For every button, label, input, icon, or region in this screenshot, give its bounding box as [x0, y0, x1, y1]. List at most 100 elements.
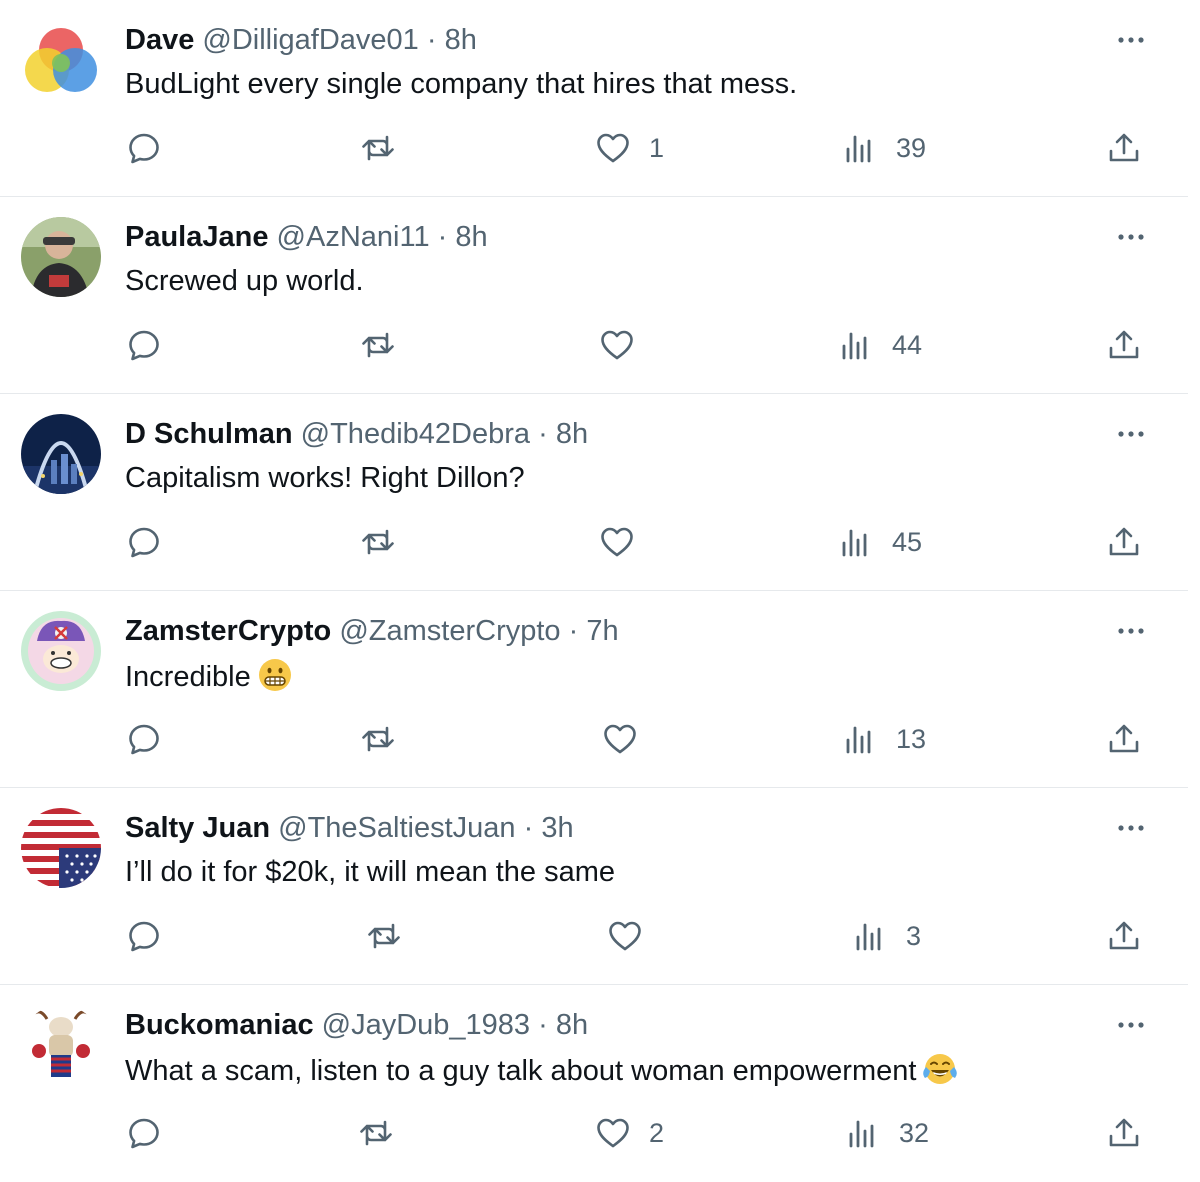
display-name[interactable]: PaulaJane [125, 221, 268, 253]
views-button[interactable]: 32 [845, 1111, 929, 1155]
tweet-actions: 1 39 [0, 126, 1188, 170]
view-count: 32 [899, 1117, 930, 1148]
reply-feed: Dave @DilligafDave01 · 8h BudLight every… [0, 0, 1188, 1178]
user-handle[interactable]: @ZamsterCrypto [339, 615, 560, 647]
avatar[interactable] [21, 20, 101, 100]
reply-icon [129, 724, 159, 755]
share-icon [1109, 921, 1139, 950]
views-icon [846, 726, 871, 754]
views-icon [842, 529, 867, 557]
views-button[interactable]: 44 [838, 323, 922, 367]
tweet-text: I’ll do it for $20k, it will mean the sa… [125, 854, 615, 890]
heart-icon [601, 330, 633, 360]
tweet-actions: 45 [0, 520, 1188, 564]
display-name[interactable]: Buckomaniac [125, 1009, 314, 1041]
avatar[interactable] [21, 1005, 101, 1085]
retweet-icon [362, 135, 394, 161]
timestamp[interactable]: 3h [541, 812, 573, 844]
reply-button[interactable] [126, 520, 162, 564]
face-with-tears-of-joy-icon [923, 1054, 958, 1084]
like-button[interactable] [607, 914, 643, 958]
like-button[interactable]: 1 [595, 126, 664, 170]
more-icon[interactable] [1115, 221, 1147, 253]
display-name[interactable]: Salty Juan [125, 812, 270, 844]
view-count: 3 [906, 920, 922, 951]
tweet[interactable]: D Schulman @Thedib42Debra · 8h Capitalis… [0, 394, 1188, 591]
retweet-button[interactable] [358, 1111, 394, 1155]
like-button[interactable] [599, 323, 635, 367]
share-button[interactable] [1106, 717, 1142, 761]
reply-button[interactable] [126, 914, 162, 958]
share-button[interactable] [1106, 914, 1142, 958]
timestamp[interactable]: 7h [586, 615, 618, 647]
retweet-button[interactable] [360, 717, 396, 761]
tweet[interactable]: Dave @DilligafDave01 · 8h BudLight every… [0, 0, 1188, 197]
reply-button[interactable] [126, 717, 162, 761]
user-handle[interactable]: @AzNani11 [277, 221, 430, 253]
user-handle[interactable]: @JayDub_1983 [322, 1009, 530, 1041]
more-icon[interactable] [1115, 615, 1147, 647]
like-button[interactable] [599, 520, 635, 564]
display-name[interactable]: D Schulman [125, 418, 293, 450]
more-icon[interactable] [1115, 1009, 1147, 1041]
views-button[interactable]: 13 [842, 717, 926, 761]
tweet[interactable]: PaulaJane @AzNani11 · 8h Screwed up worl… [0, 197, 1188, 394]
views-icon [849, 1120, 874, 1148]
grimacing-face-icon [258, 659, 291, 691]
retweet-icon [368, 923, 400, 949]
avatar[interactable] [21, 611, 101, 691]
retweet-button[interactable] [360, 323, 396, 367]
share-button[interactable] [1106, 323, 1142, 367]
heart-icon [597, 133, 629, 163]
share-button[interactable] [1106, 520, 1142, 564]
reply-button[interactable] [126, 126, 162, 170]
timestamp[interactable]: 8h [556, 1009, 588, 1041]
timestamp[interactable]: 8h [455, 221, 487, 253]
tweet-header: D Schulman @Thedib42Debra · 8h [125, 416, 588, 452]
view-count: 39 [896, 132, 927, 163]
like-button[interactable]: 2 [595, 1111, 664, 1155]
share-button[interactable] [1106, 126, 1142, 170]
heart-icon [597, 1118, 629, 1148]
display-name[interactable]: Dave [125, 24, 194, 56]
views-button[interactable]: 45 [838, 520, 922, 564]
separator: · [538, 1009, 548, 1041]
timestamp[interactable]: 8h [445, 24, 477, 56]
retweet-button[interactable] [366, 914, 402, 958]
tweet[interactable]: Salty Juan @TheSaltiestJuan · 3h I’ll do… [0, 788, 1188, 985]
share-icon [1109, 1118, 1139, 1147]
retweet-button[interactable] [360, 520, 396, 564]
share-button[interactable] [1106, 1111, 1142, 1155]
timestamp[interactable]: 8h [556, 418, 588, 450]
avatar[interactable] [21, 217, 101, 297]
tweet-text-content: I’ll do it for $20k, it will mean the sa… [125, 856, 615, 888]
retweet-button[interactable] [360, 126, 396, 170]
retweet-icon [360, 1120, 392, 1146]
avatar[interactable] [21, 808, 101, 888]
retweet-icon [362, 529, 394, 555]
display-name[interactable]: ZamsterCrypto [125, 615, 331, 647]
tweet[interactable]: Buckomaniac @JayDub_1983 · 8h What a sca… [0, 985, 1188, 1182]
view-count: 44 [892, 329, 923, 360]
like-button[interactable] [602, 717, 638, 761]
heart-icon [609, 921, 641, 951]
more-icon[interactable] [1115, 418, 1147, 450]
avatar[interactable] [21, 414, 101, 494]
views-button[interactable]: 39 [842, 126, 926, 170]
tweet-text-content: BudLight every single company that hires… [125, 68, 798, 100]
reply-icon [129, 527, 159, 558]
tweet[interactable]: ZamsterCrypto @ZamsterCrypto · 7h Incred… [0, 591, 1188, 788]
reply-button[interactable] [126, 1111, 162, 1155]
share-icon [1109, 527, 1139, 556]
user-handle[interactable]: @TheSaltiestJuan [278, 812, 515, 844]
tweet-actions: 3 [0, 914, 1188, 958]
user-handle[interactable]: @Thedib42Debra [301, 418, 530, 450]
views-button[interactable]: 3 [852, 914, 921, 958]
tweet-header: Buckomaniac @JayDub_1983 · 8h [125, 1007, 588, 1043]
more-icon[interactable] [1115, 812, 1147, 844]
more-icon[interactable] [1115, 24, 1147, 56]
share-icon [1109, 724, 1139, 753]
reply-button[interactable] [126, 323, 162, 367]
reply-icon [129, 133, 159, 164]
user-handle[interactable]: @DilligafDave01 [202, 24, 418, 56]
